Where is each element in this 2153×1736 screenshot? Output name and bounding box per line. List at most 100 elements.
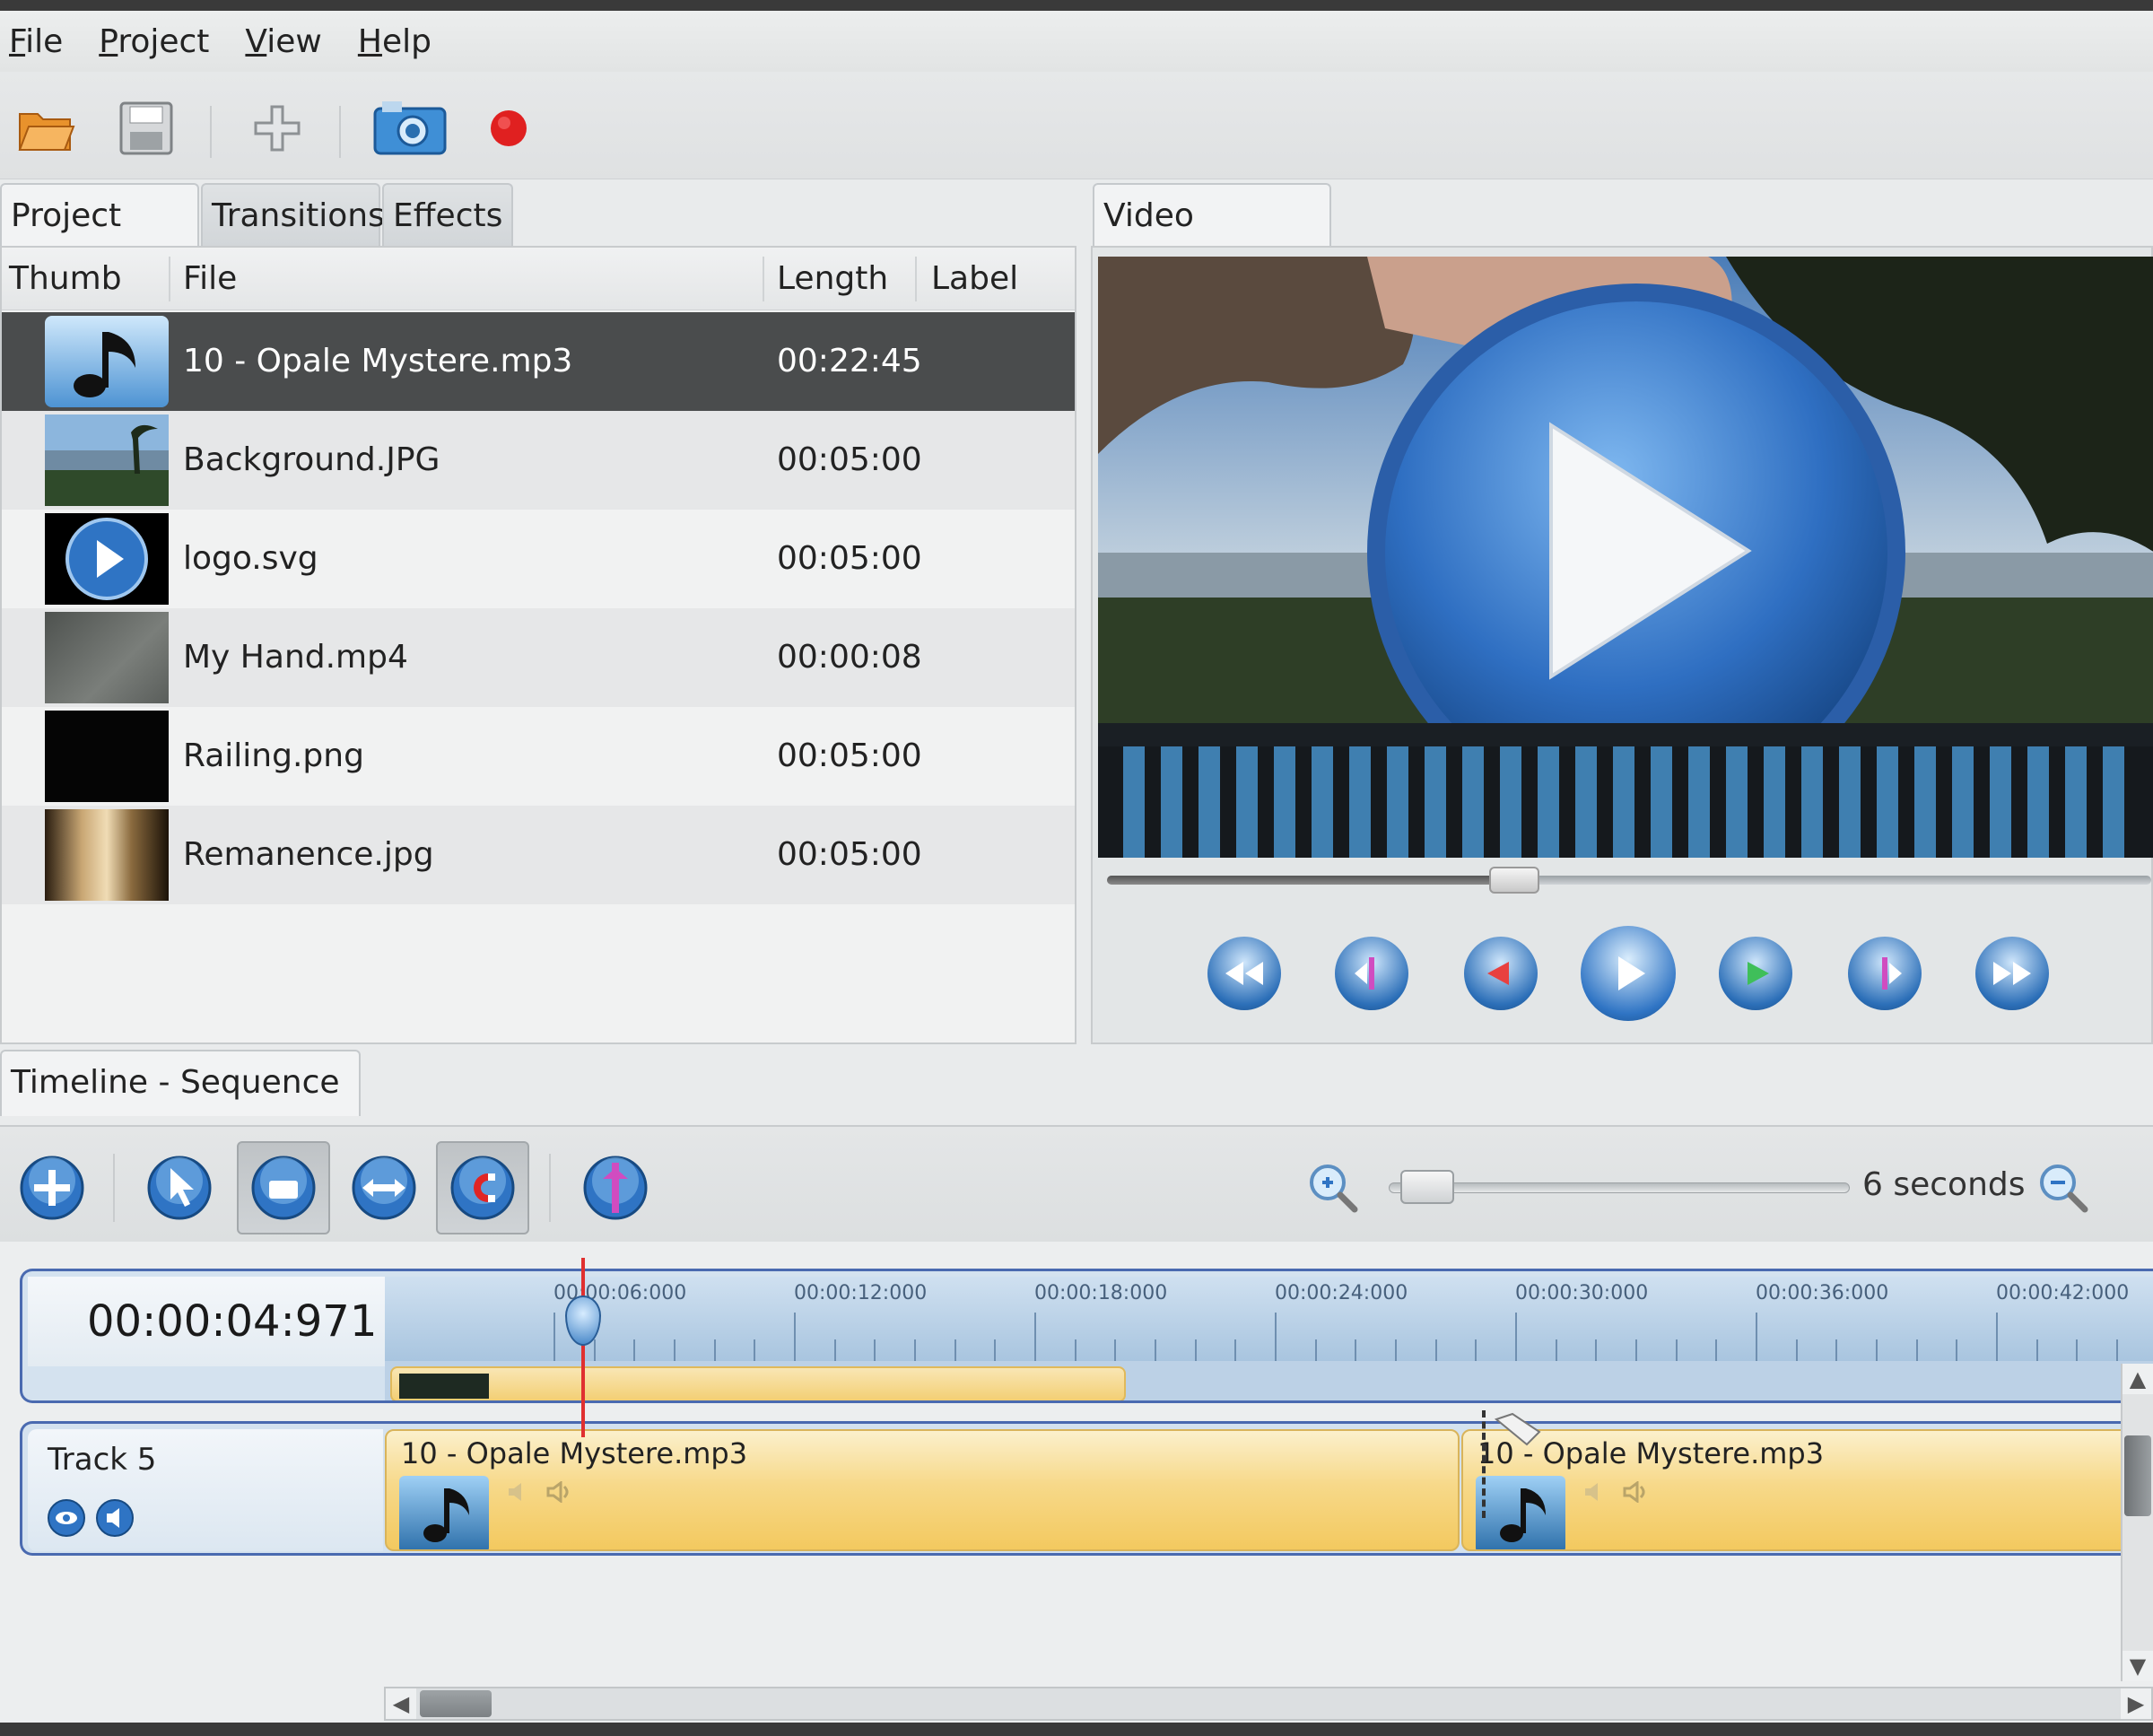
- file-row[interactable]: My Hand.mp4 00:00:08: [2, 608, 1075, 707]
- menu-project[interactable]: Project: [99, 23, 209, 60]
- file-length: 00:05:00: [777, 737, 922, 774]
- pointer-tool-icon[interactable]: [135, 1143, 224, 1233]
- photo-image: [45, 809, 169, 901]
- ruler-label: 00:00:30:000: [1515, 1282, 1649, 1304]
- file-row-selected[interactable]: 10 - Opale Mystere.mp3 00:22:45: [2, 312, 1075, 411]
- music-note-icon: [1476, 1476, 1565, 1549]
- openshot-window: File Project View Help Project Files Tra…: [0, 11, 2153, 1723]
- column-thumb[interactable]: Thumb: [9, 248, 122, 310]
- track-name: Track 5: [48, 1442, 157, 1478]
- tab-timeline-sequence[interactable]: Timeline - Sequence 1: [0, 1050, 361, 1164]
- toolbar-separator: [210, 106, 212, 158]
- ruler-tick: [1996, 1313, 1998, 1366]
- timeline-vertical-scrollbar[interactable]: ▲ ▼: [2121, 1364, 2153, 1681]
- file-name: My Hand.mp4: [183, 639, 408, 676]
- upper-clip[interactable]: [390, 1366, 1126, 1400]
- razor-tool-icon[interactable]: [237, 1141, 330, 1234]
- tab-transitions[interactable]: Transitions: [201, 183, 385, 246]
- tab-video-preview[interactable]: Video Preview: [1093, 183, 1331, 297]
- add-marker-icon[interactable]: [571, 1143, 660, 1233]
- file-name: Remanence.jpg: [183, 836, 434, 873]
- video-frame[interactable]: [1098, 257, 2153, 858]
- zoom-slider-handle[interactable]: [1399, 1170, 1454, 1204]
- preview-seek-slider[interactable]: [1107, 867, 2151, 894]
- clip-volume-icon: [546, 1480, 579, 1504]
- clip-audio-icon: [507, 1481, 539, 1503]
- timeline-horizontal-scrollbar[interactable]: ◀ ▶: [384, 1687, 2153, 1721]
- playhead-line[interactable]: [581, 1258, 585, 1437]
- track-visibility-icon[interactable]: [46, 1497, 87, 1539]
- clip-audio-icon: [1583, 1481, 1616, 1503]
- grey-video-frame: [45, 612, 169, 703]
- save-project-icon[interactable]: [115, 97, 178, 160]
- column-separator: [915, 257, 917, 301]
- export-video-icon[interactable]: [371, 97, 449, 160]
- zoom-in-icon[interactable]: [1304, 1159, 1362, 1217]
- music-note-icon: [45, 316, 169, 407]
- file-length: 00:05:00: [777, 540, 922, 577]
- scroll-up-icon[interactable]: ▲: [2122, 1364, 2153, 1394]
- ruler-tick: [1515, 1313, 1517, 1366]
- zoom-out-icon[interactable]: [2035, 1159, 2092, 1217]
- ruler-label: 00:00:12:000: [794, 1282, 928, 1304]
- landscape-image: [45, 414, 169, 506]
- audio-clip[interactable]: 10 - Opale Mystere.mp3: [385, 1429, 1460, 1551]
- column-separator: [763, 257, 764, 301]
- jump-end-icon[interactable]: [1975, 937, 2049, 1010]
- time-ruler[interactable]: 00:00:06:000 00:00:12:000 00:00:18:000 0…: [385, 1277, 2153, 1366]
- seek-handle[interactable]: [1488, 867, 1539, 894]
- resize-tool-icon[interactable]: [339, 1143, 429, 1233]
- timeline-toolbar: 6 seconds: [0, 1125, 2153, 1242]
- jump-start-icon[interactable]: [1207, 937, 1281, 1010]
- file-row[interactable]: logo.svg 00:05:00: [2, 510, 1075, 608]
- tab-effects[interactable]: Effects: [382, 183, 513, 246]
- file-row[interactable]: Railing.png 00:05:00: [2, 707, 1075, 806]
- timeline-area: 00:00:04:971 00:00:06:000 00:00:12:000 0…: [0, 1242, 2153, 1723]
- column-file[interactable]: File: [183, 248, 237, 310]
- ruler-label: 00:00:18:000: [1034, 1282, 1168, 1304]
- play-icon[interactable]: [1581, 926, 1676, 1021]
- audio-clip[interactable]: 10 - Opale Mystere.mp3: [1461, 1429, 2138, 1551]
- scroll-left-icon[interactable]: ◀: [386, 1688, 416, 1719]
- scroll-down-icon[interactable]: ▼: [2122, 1651, 2153, 1681]
- tab-project-files[interactable]: Project Files: [0, 183, 199, 297]
- track-row: Track 5 10 - Opale Mystere.mp3 10 - Opal…: [20, 1421, 2138, 1556]
- menu-help[interactable]: Help: [358, 23, 431, 60]
- previous-marker-icon[interactable]: [1335, 937, 1408, 1010]
- clip-label: 10 - Opale Mystere.mp3: [401, 1436, 748, 1470]
- rewind-icon[interactable]: [1464, 937, 1538, 1010]
- scroll-right-icon[interactable]: ▶: [2121, 1688, 2151, 1719]
- toolbar-separator: [549, 1154, 551, 1222]
- timeline-ruler-panel: 00:00:04:971 00:00:06:000 00:00:12:000 0…: [20, 1269, 2153, 1403]
- column-length[interactable]: Length: [777, 248, 888, 310]
- open-project-icon[interactable]: [14, 97, 77, 160]
- grab-cursor-icon: [1493, 1412, 1547, 1448]
- zoom-slider[interactable]: [1389, 1182, 1850, 1193]
- ruler-tick: [554, 1313, 555, 1366]
- file-row[interactable]: Background.JPG 00:05:00: [2, 411, 1075, 510]
- project-files-panel: Thumb File Length Label 10 - Opale Myste…: [0, 246, 1076, 1044]
- import-files-icon[interactable]: [246, 97, 309, 160]
- clip-volume-icon: [1623, 1480, 1655, 1504]
- music-note-icon: [399, 1476, 489, 1549]
- file-name: logo.svg: [183, 540, 318, 577]
- vertical-scroll-thumb[interactable]: [2124, 1435, 2151, 1516]
- track-audio-icon[interactable]: [94, 1497, 135, 1539]
- record-icon[interactable]: [477, 97, 540, 160]
- file-length: 00:22:45: [777, 343, 922, 379]
- snapping-magnet-icon[interactable]: [436, 1141, 529, 1234]
- horizontal-scroll-thumb[interactable]: [420, 1690, 492, 1717]
- drop-indicator: [1482, 1410, 1486, 1518]
- play-logo-image: [45, 513, 169, 605]
- ruler-label: 00:00:36:000: [1756, 1282, 1889, 1304]
- video-preview-panel: [1091, 246, 2153, 1044]
- next-marker-icon[interactable]: [1848, 937, 1922, 1010]
- fast-forward-icon[interactable]: [1719, 937, 1792, 1010]
- file-length: 00:05:00: [777, 836, 922, 873]
- add-track-icon[interactable]: [7, 1143, 97, 1233]
- file-row[interactable]: Remanence.jpg 00:05:00: [2, 806, 1075, 904]
- column-label[interactable]: Label: [931, 248, 1018, 310]
- menu-file[interactable]: File: [9, 23, 63, 60]
- menu-view[interactable]: View: [245, 23, 321, 60]
- column-separator: [169, 257, 170, 301]
